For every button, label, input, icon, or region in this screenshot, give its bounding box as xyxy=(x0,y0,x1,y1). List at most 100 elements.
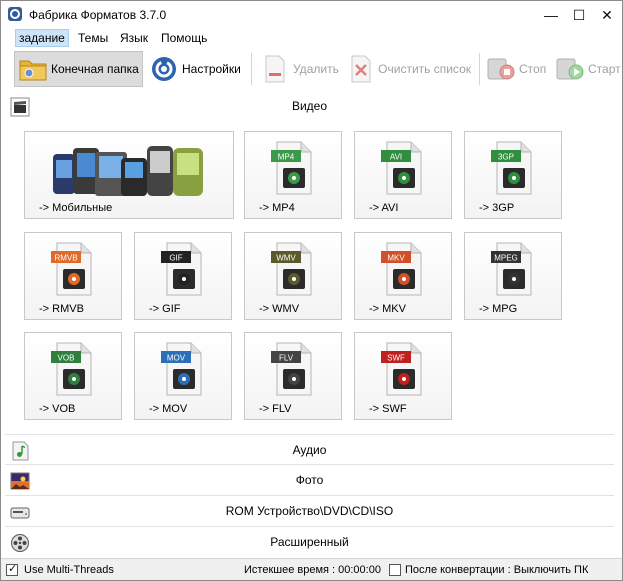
format-tile-label: -> RMVB xyxy=(39,303,84,315)
settings-button[interactable]: Настройки xyxy=(146,51,244,87)
format-badge-text: MKV xyxy=(387,254,405,263)
format-tile-label: -> VOB xyxy=(39,403,76,415)
format-tile-label: -> FLV xyxy=(259,403,292,415)
format-badge-text: AVI xyxy=(390,153,402,162)
divider xyxy=(5,434,614,435)
stop-button[interactable]: Стоп xyxy=(483,51,549,87)
divider xyxy=(5,526,614,527)
remove-button[interactable]: Удалить xyxy=(257,51,339,87)
format-tile-label: -> WMV xyxy=(259,303,300,315)
clear-list-label: Очистить список xyxy=(378,62,471,76)
mobile-phones-icon xyxy=(53,146,203,196)
category-rom-label: ROM Устройство\DVD\CD\ISO xyxy=(225,504,394,518)
category-video[interactable]: Видео xyxy=(5,93,614,121)
format-badge-text: 3GP xyxy=(498,153,514,162)
format-badge-text: SWF xyxy=(387,354,405,363)
category-photo[interactable]: Фото xyxy=(5,467,614,495)
flv-file-icon: FLV xyxy=(271,342,312,396)
status-bar: Use Multi-Threads Истекшее время : 00:00… xyxy=(1,558,622,580)
format-tile-gif[interactable]: GIF -> GIF xyxy=(134,232,232,320)
mpg-file-icon: MPEG xyxy=(491,242,532,296)
category-advanced[interactable]: Расширенный xyxy=(5,529,614,557)
menu-language[interactable]: Язык xyxy=(117,29,151,47)
format-tile-label: -> MPG xyxy=(479,303,518,315)
format-tile-label: -> Мобильные xyxy=(39,202,113,214)
minimize-button[interactable]: — xyxy=(537,1,565,29)
close-icon: ✕ xyxy=(601,6,613,23)
toolbar: Конечная папка Настройки Удалить Очистит… xyxy=(1,49,622,89)
minimize-icon: — xyxy=(544,7,558,23)
close-button[interactable]: ✕ xyxy=(593,1,621,29)
after-conversion-checkbox[interactable] xyxy=(389,564,401,576)
stop-icon xyxy=(486,54,516,84)
format-badge-text: GIF xyxy=(169,254,182,263)
format-tile-mpg[interactable]: MPEG -> MPG xyxy=(464,232,562,320)
format-tile-label: -> GIF xyxy=(149,303,181,315)
title-bar: Фабрика Форматов 3.7.0 — ☐ ✕ xyxy=(1,1,622,29)
clear-list-icon xyxy=(346,54,375,84)
divider xyxy=(5,464,614,465)
format-tile-label: -> 3GP xyxy=(479,202,515,214)
3gp-file-icon: 3GP xyxy=(491,141,532,195)
category-audio-label: Аудио xyxy=(292,443,327,457)
start-label: Старт xyxy=(588,62,621,76)
category-advanced-label: Расширенный xyxy=(270,535,349,549)
format-badge-text: WMV xyxy=(276,254,296,263)
menu-help[interactable]: Помощь xyxy=(158,29,210,47)
menu-task[interactable]: задание xyxy=(15,29,69,47)
category-audio[interactable]: Аудио xyxy=(5,437,614,465)
output-folder-label: Конечная папка xyxy=(51,62,139,76)
category-video-label: Видео xyxy=(291,99,328,113)
format-tile-swf[interactable]: SWF -> SWF xyxy=(354,332,452,420)
output-folder-button[interactable]: Конечная папка xyxy=(14,51,143,87)
multithreads-checkbox[interactable] xyxy=(6,562,18,576)
mov-file-icon: MOV xyxy=(161,342,202,396)
format-tile-mobile[interactable]: -> Мобильные xyxy=(24,131,234,219)
format-badge-text: VOB xyxy=(58,354,75,363)
format-tile-vob[interactable]: VOB -> VOB xyxy=(24,332,122,420)
settings-label: Настройки xyxy=(182,62,241,76)
maximize-icon: ☐ xyxy=(572,6,586,23)
format-tile-avi[interactable]: AVI -> AVI xyxy=(354,131,452,219)
toolbar-divider xyxy=(251,53,252,85)
swf-file-icon: SWF xyxy=(381,342,422,396)
format-tile-mkv[interactable]: MKV -> MKV xyxy=(354,232,452,320)
rmvb-file-icon: RMVB xyxy=(51,242,92,296)
start-button[interactable]: Старт xyxy=(552,51,621,87)
format-tile-label: -> AVI xyxy=(369,202,399,214)
format-badge-text: MP4 xyxy=(278,153,295,162)
format-tile-flv[interactable]: FLV -> FLV xyxy=(244,332,342,420)
format-tile-wmv[interactable]: WMV -> WMV xyxy=(244,232,342,320)
stop-label: Стоп xyxy=(519,62,547,76)
wmv-file-icon: WMV xyxy=(271,242,312,296)
mkv-file-icon: MKV xyxy=(381,242,422,296)
format-badge-text: RMVB xyxy=(54,254,77,263)
clear-list-button[interactable]: Очистить список xyxy=(343,51,471,87)
format-badge-text: MPEG xyxy=(494,254,518,263)
format-tile-label: -> MP4 xyxy=(259,202,295,214)
format-tile-label: -> SWF xyxy=(369,403,407,415)
multithreads-label: Use Multi-Threads xyxy=(24,564,114,576)
elapsed-time: Истекшее время : 00:00:00 xyxy=(244,564,381,576)
toolbar-divider xyxy=(479,53,480,85)
format-tile-mp4[interactable]: MP4 -> MP4 xyxy=(244,131,342,219)
format-tile-3gp[interactable]: 3GP -> 3GP xyxy=(464,131,562,219)
settings-gear-icon xyxy=(149,54,179,84)
app-window: Фабрика Форматов 3.7.0 — ☐ ✕ задание Тем… xyxy=(0,0,623,581)
format-tile-label: -> MOV xyxy=(149,403,188,415)
format-tile-mov[interactable]: MOV -> MOV xyxy=(134,332,232,420)
maximize-button[interactable]: ☐ xyxy=(565,1,593,29)
avi-file-icon: AVI xyxy=(381,141,422,195)
format-tile-rmvb[interactable]: RMVB -> RMVB xyxy=(24,232,122,320)
format-badge-text: FLV xyxy=(279,354,294,363)
app-logo-icon xyxy=(8,7,22,21)
format-tile-label: -> MKV xyxy=(369,303,406,315)
category-photo-label: Фото xyxy=(295,473,324,487)
after-conversion-label: После конвертации : Выключить ПК xyxy=(405,564,589,576)
divider xyxy=(5,495,614,496)
window-title: Фабрика Форматов 3.7.0 xyxy=(29,8,167,22)
menu-themes[interactable]: Темы xyxy=(75,29,111,47)
category-rom-device[interactable]: ROM Устройство\DVD\CD\ISO xyxy=(5,498,614,526)
gif-file-icon: GIF xyxy=(161,242,202,296)
menu-bar: задание Темы Язык Помощь xyxy=(1,29,622,47)
